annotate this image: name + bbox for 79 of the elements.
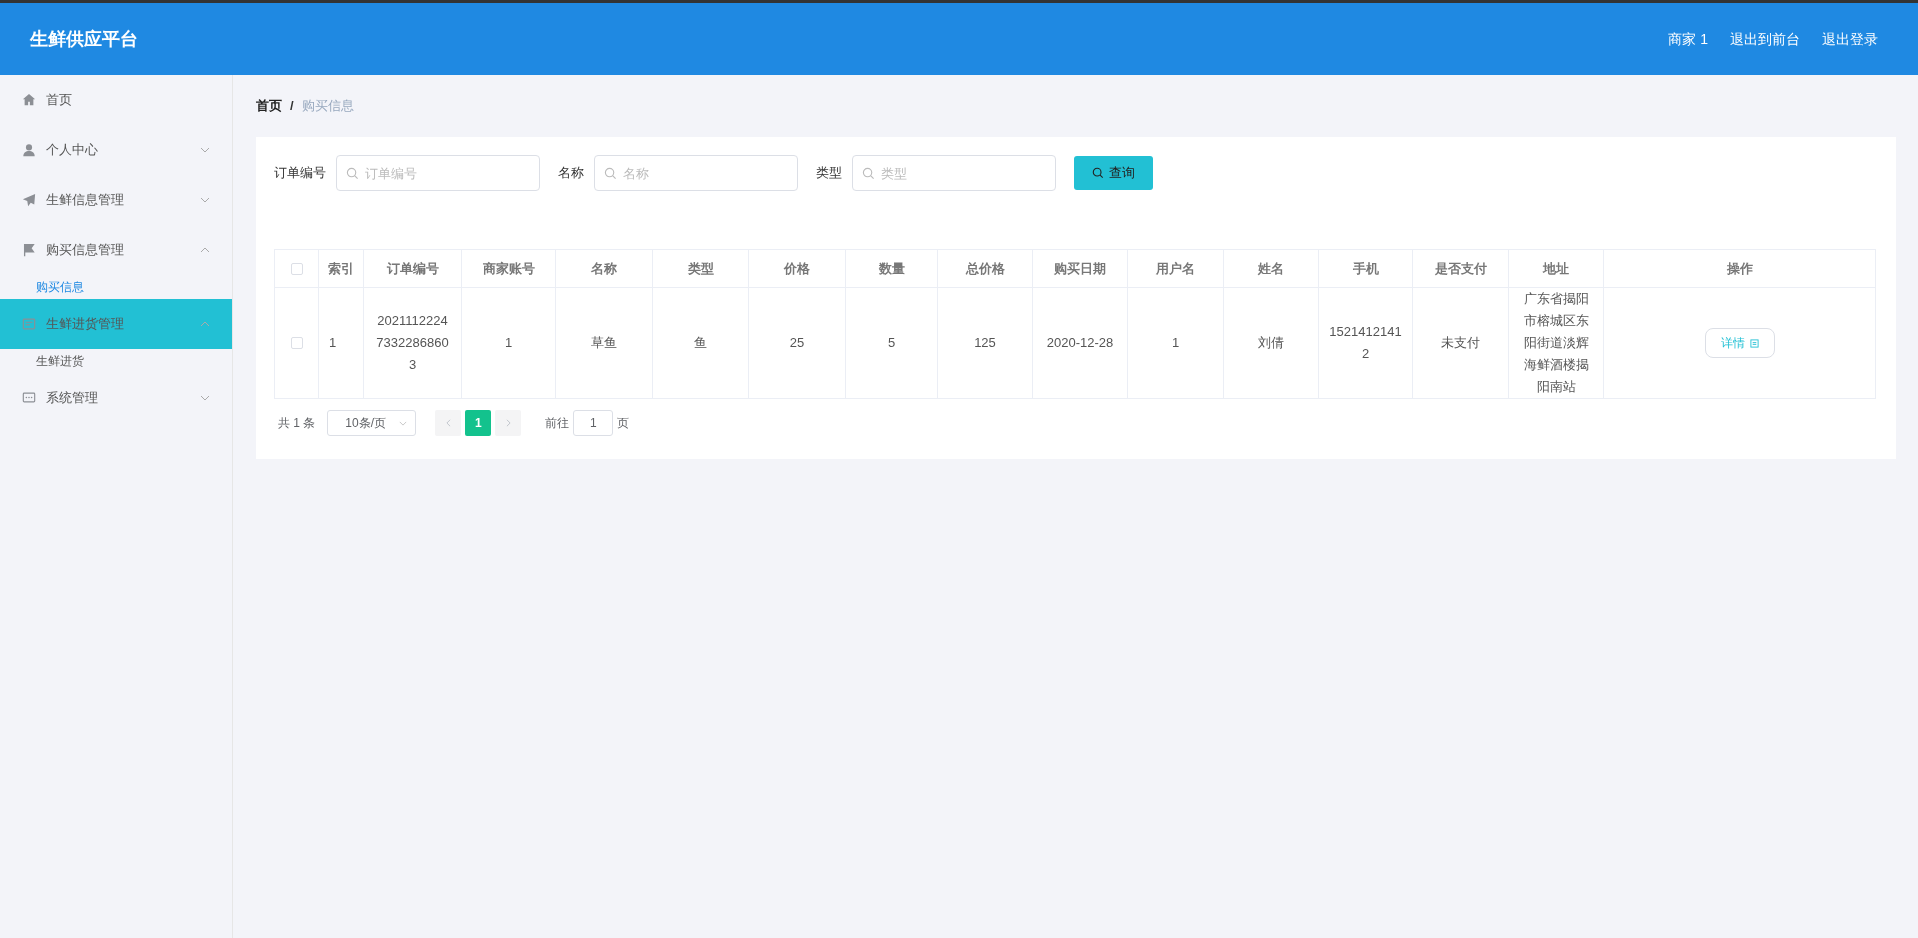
table-cell-text: 25 [789,334,805,352]
frontend-link[interactable]: 退出到前台 [1730,28,1800,50]
table-cell-text: 1 [329,334,337,352]
total-count: 共 1 条 [278,415,316,432]
page-input[interactable]: 1 [573,410,614,436]
column-header: 用户名 [1156,259,1195,278]
breadcrumb-item[interactable]: 首页 [256,96,282,116]
breadcrumb-item: 购买信息 [301,97,354,116]
table-cell-text: 1 [1171,334,1180,352]
sidebar-item[interactable]: 生鲜信息管理 [0,175,232,225]
table-cell-text: 草鱼 [591,334,617,352]
column-header: 订单编号 [386,259,439,278]
chevron-up-icon [200,247,210,253]
previous-page-button[interactable] [435,410,462,436]
column-header: 索引 [328,259,354,278]
select-all-checkbox[interactable] [290,262,303,275]
search-icon [1092,167,1104,179]
column-header: 姓名 [1258,259,1284,278]
column-header: 购买日期 [1054,259,1106,278]
column-header: 商家账号 [482,259,535,278]
table-cell-text: 未支付 [1441,334,1480,352]
document-icon [1749,338,1759,348]
page-size-select[interactable]: 10条/页 [327,410,417,436]
column-header: 总价格 [965,259,1005,278]
chevron-left-icon [445,419,451,427]
sidebar-item[interactable]: 个人中心 [0,125,232,175]
column-header: 地址 [1543,259,1569,278]
search-icon [604,167,617,180]
column-header: 手机 [1352,259,1379,278]
column-header: 操作 [1726,259,1753,278]
chat-icon [22,391,36,405]
next-page-button[interactable] [495,410,522,436]
submenu-item[interactable]: 生鲜进货 [0,349,232,373]
table-cell-text: 2020-12-28 [1046,334,1114,352]
table-cell-text: 125 [974,334,996,352]
column-header: 类型 [687,259,714,278]
chevron-down-icon [399,420,408,426]
chevron-down-icon [200,197,210,203]
paper-plane-icon [22,193,36,207]
home-icon [22,93,36,107]
chevron-down-icon [200,395,210,401]
table-cell-text: 鱼 [694,334,707,352]
chevron-right-icon [505,419,511,427]
sidebar-item[interactable]: 系统管理 [0,373,232,423]
breadcrumb-separator: / [290,97,294,116]
sidebar-item[interactable]: 首页 [0,75,232,125]
column-header: 名称 [591,259,617,278]
table-cell-text: 刘倩 [1258,334,1284,352]
chevron-up-icon [200,321,210,327]
column-header: 是否支付 [1434,259,1487,278]
table-cell-text: 5 [887,334,896,352]
field-label: 类型 [816,164,842,183]
search-field[interactable]: 类型 [852,155,1056,191]
chevron-down-icon [200,147,210,153]
search-button[interactable]: 查询 [1074,156,1153,190]
table-cell-text: 15214121412 [1329,323,1402,363]
sidebar-item[interactable]: 生鲜进货管理 [0,299,232,349]
page-suffix: 页 [617,415,630,432]
search-icon [346,167,359,180]
search-icon [862,167,875,180]
document-icon [22,317,36,331]
table-cell-text: 202111222473322868603 [375,312,450,374]
column-header: 价格 [784,259,810,278]
goto-label: 前往 [545,415,570,432]
table-cell-text: 1 [504,334,513,352]
user-icon [22,143,36,157]
row-checkbox[interactable] [290,337,303,349]
flag-icon [22,243,36,257]
submenu-item[interactable]: 购买信息 [0,275,232,299]
search-field[interactable]: 名称 [594,155,798,191]
user-name-link[interactable]: 商家 1 [1668,28,1708,50]
sidebar-item[interactable]: 购买信息管理 [0,225,232,275]
search-field[interactable]: 订单编号 [336,155,540,191]
field-label: 订单编号 [274,164,326,183]
app-title: 生鲜供应平台 [30,27,138,51]
field-label: 名称 [558,164,584,183]
table-cell-text: 广东省揭阳市榕城区东阳街道淡辉海鲜酒楼揭阳南站 [1522,290,1590,396]
column-header: 数量 [878,259,905,278]
logout-link[interactable]: 退出登录 [1822,28,1878,50]
